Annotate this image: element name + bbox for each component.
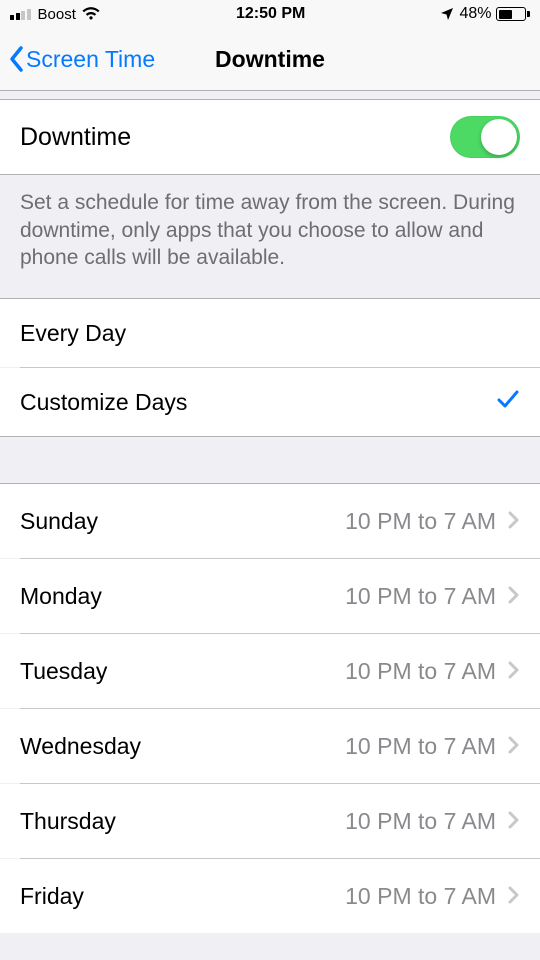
downtime-switch[interactable] [450,116,520,158]
chevron-right-icon [508,883,520,910]
day-time-range: 10 PM to 7 AM [345,583,496,610]
day-name: Friday [20,883,84,910]
status-time: 12:50 PM [236,5,305,23]
day-time-range: 10 PM to 7 AM [345,733,496,760]
switch-knob [481,119,517,155]
day-row[interactable]: Friday 10 PM to 7 AM [0,859,540,933]
wifi-icon [81,7,101,21]
every-day-label: Every Day [20,320,126,347]
status-right: 48% [440,5,530,23]
day-time-range: 10 PM to 7 AM [345,658,496,685]
customize-days-label: Customize Days [20,389,187,416]
status-left: Boost [10,6,101,23]
downtime-toggle-label: Downtime [20,123,131,152]
day-row[interactable]: Thursday 10 PM to 7 AM [0,784,540,858]
day-row[interactable]: Monday 10 PM to 7 AM [0,559,540,633]
day-row[interactable]: Tuesday 10 PM to 7 AM [0,634,540,708]
chevron-right-icon [508,658,520,685]
day-name: Sunday [20,508,98,535]
day-time-range: 10 PM to 7 AM [345,883,496,910]
day-name: Wednesday [20,733,141,760]
battery-icon [496,7,530,21]
day-name: Thursday [20,808,116,835]
back-button[interactable]: Screen Time [8,45,155,73]
location-icon [440,7,454,21]
section-description: Set a schedule for time away from the sc… [0,175,540,298]
page-title: Downtime [215,46,325,73]
customize-days-row[interactable]: Customize Days [0,368,540,436]
chevron-right-icon [508,733,520,760]
carrier-label: Boost [38,6,76,23]
chevron-left-icon [8,45,26,73]
chevron-right-icon [508,808,520,835]
battery-percent: 48% [459,5,491,23]
spacer [0,91,540,99]
day-row[interactable]: Sunday 10 PM to 7 AM [0,484,540,558]
downtime-toggle-row: Downtime [0,100,540,174]
status-bar: Boost 12:50 PM 48% [0,0,540,28]
checkmark-icon [496,388,520,416]
day-name: Tuesday [20,658,107,685]
days-list: Sunday10 PM to 7 AMMonday10 PM to 7 AMTu… [0,484,540,933]
back-label: Screen Time [26,46,155,73]
chevron-right-icon [508,583,520,610]
chevron-right-icon [508,508,520,535]
nav-bar: Screen Time Downtime [0,28,540,90]
day-name: Monday [20,583,102,610]
cellular-signal-icon [10,9,31,20]
day-time-range: 10 PM to 7 AM [345,508,496,535]
day-time-range: 10 PM to 7 AM [345,808,496,835]
section-spacer [0,437,540,483]
day-row[interactable]: Wednesday 10 PM to 7 AM [0,709,540,783]
every-day-row[interactable]: Every Day [0,299,540,367]
